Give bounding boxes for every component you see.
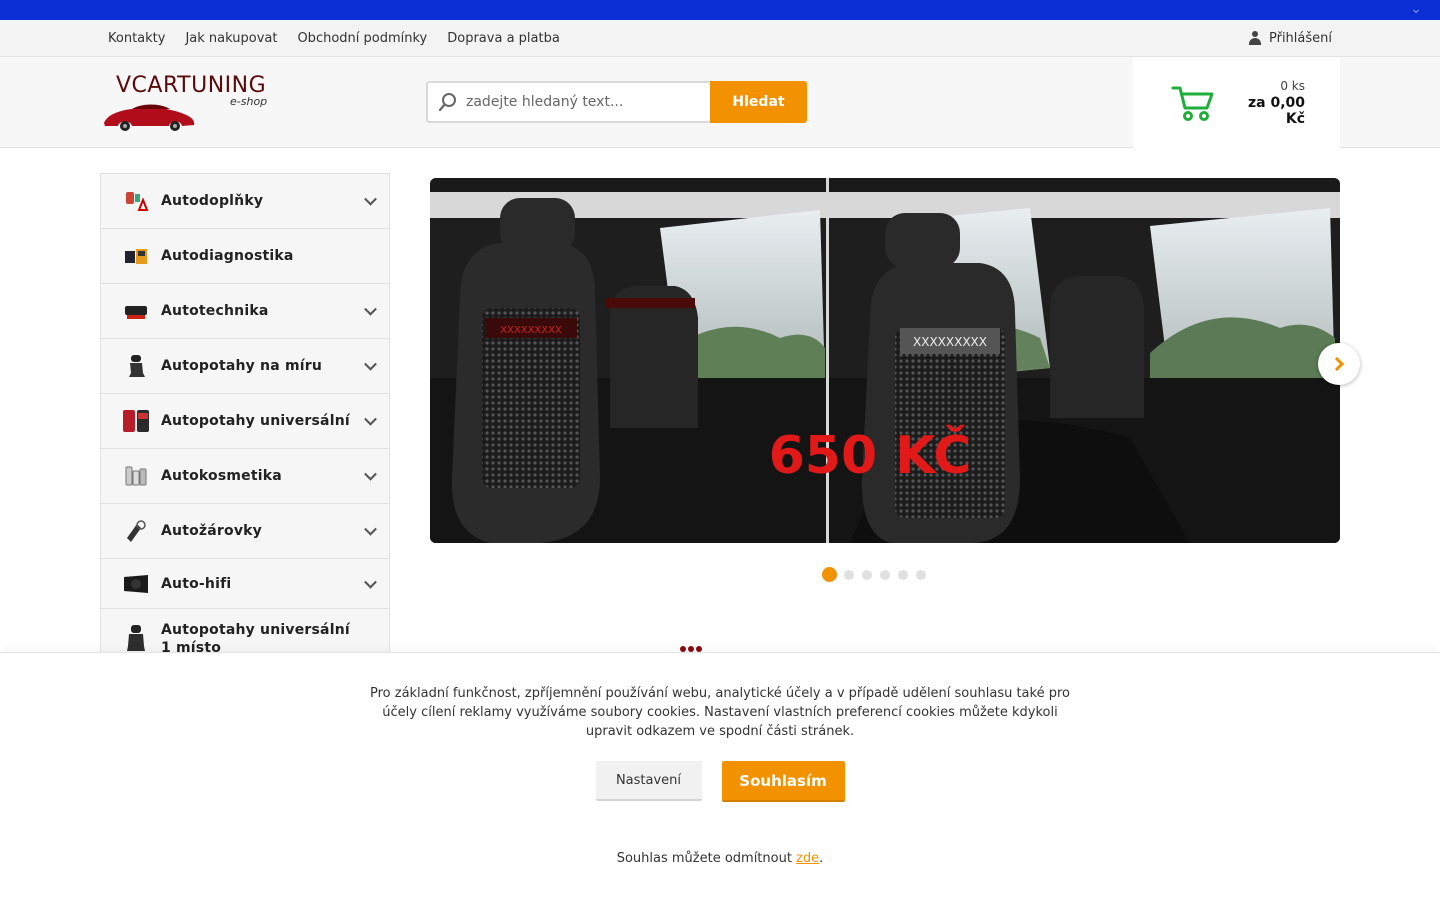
cart-total: za 0,00 Kč [1247, 94, 1305, 127]
chevron-down-icon[interactable] [364, 467, 377, 481]
shopping-cart-icon [1171, 86, 1214, 121]
chevron-down-icon[interactable] [364, 575, 377, 589]
sidebar-item-autopotahy-universalni-1-misto[interactable]: Autopotahy universální 1 místo [101, 609, 389, 653]
sidebar-item-autopotahy-na-miru[interactable]: Autopotahy na míru [101, 339, 389, 394]
sidebar-item-label: Autokosmetika [161, 468, 282, 484]
slider-dot-5[interactable] [898, 569, 908, 580]
cart-summary: 0 ks za 0,00 Kč [1225, 79, 1305, 127]
utility-nav: Kontakty Jak nakupovat Obchodní podmínky… [0, 20, 1440, 57]
sidebar-item-label: Autotechnika [161, 303, 269, 319]
cookie-decline-link[interactable]: zde [796, 851, 819, 866]
sidebar-item-label: Auto-hifi [161, 575, 232, 592]
top-color-strip: ⌄ [0, 0, 1440, 20]
chevron-down-icon[interactable] [364, 522, 377, 536]
cart-widget[interactable]: 0 ks za 0,00 Kč [1133, 57, 1340, 148]
user-icon [1248, 31, 1261, 45]
slider-dot-3[interactable] [862, 569, 872, 580]
slider-next-button[interactable] [1318, 343, 1360, 385]
seat-pattern-right: XXXXXXXXX [913, 335, 987, 349]
logo-tagline: e-shop [230, 95, 268, 108]
utility-links: Kontakty Jak nakupovat Obchodní podmínky… [108, 31, 560, 46]
chevron-down-icon[interactable]: ⌄ [1410, 2, 1422, 16]
car-silhouette-icon [104, 104, 195, 131]
search-icon [438, 93, 456, 112]
sidebar-item-autozarovky[interactable]: Autožárovky [101, 504, 389, 559]
decline-suffix: . [819, 851, 824, 866]
nav-link-terms[interactable]: Obchodní podmínky [297, 31, 427, 46]
chevron-down-icon[interactable] [364, 192, 377, 206]
cookie-buttons: Nastavení Souhlasím [0, 761, 1440, 802]
cookie-decline-text: Souhlas můžete odmítnout zde. [0, 851, 1440, 866]
nav-link-shipping-payment[interactable]: Doprava a platba [447, 31, 560, 46]
sidebar-item-label: Autožárovky [161, 523, 262, 539]
slider-pagination [822, 567, 926, 582]
login-label: Přihlášení [1268, 30, 1332, 46]
cart-quantity: 0 ks [1280, 78, 1305, 93]
login-link[interactable]: Přihlášení [1248, 30, 1332, 46]
sidebar-item-label: Autopotahy universální [161, 413, 350, 429]
sidebar-item-autotechnika[interactable]: Autotechnika [101, 284, 389, 339]
category-sidebar: Autodoplňky Autodiagnostika Autotechnika… [100, 173, 390, 653]
car-bulb-icon [121, 516, 151, 546]
accessories-icon [121, 186, 151, 216]
search-form: Hledat [426, 81, 807, 123]
diagnostics-icon [121, 241, 151, 271]
chevron-down-icon[interactable] [364, 412, 377, 426]
cookie-agree-button[interactable]: Souhlasím [721, 761, 845, 802]
sidebar-item-autokosmetika[interactable]: Autokosmetika [101, 449, 389, 504]
chevron-down-icon[interactable] [364, 357, 377, 371]
search-button[interactable]: Hledat [710, 81, 807, 123]
cookie-consent-bar: Pro základní funkčnost, zpříjemnění použ… [0, 652, 1440, 900]
slider-dot-2[interactable] [844, 569, 854, 580]
sidebar-item-label: Autopotahy na míru [161, 358, 323, 374]
slider-price-label: 650 KČ [769, 424, 972, 486]
universal-seat-cover-icon [121, 406, 151, 436]
decline-prefix: Souhlas můžete odmítnout [616, 851, 797, 866]
slider-dot-4[interactable] [880, 569, 890, 580]
single-seat-cover-icon [121, 623, 151, 652]
seat-cover-banner: XXXXXXXXX XXXXXXXXX 650 KČ [430, 178, 1340, 543]
nav-link-how-to-buy[interactable]: Jak nakupovat [185, 31, 277, 46]
search-field-wrapper [426, 81, 710, 123]
sidebar-item-label: Autodiagnostika [161, 248, 294, 264]
sidebar-item-autodoplnky[interactable]: Autodoplňky [101, 174, 389, 229]
car-tech-icon [121, 296, 151, 326]
sidebar-item-label: Autodoplňky [161, 193, 264, 209]
cookie-message: Pro základní funkčnost, zpříjemnění použ… [369, 686, 1070, 739]
site-logo[interactable]: VCARTUNING e-shop [102, 73, 282, 133]
sidebar-item-label: Autopotahy universální 1 místo [161, 622, 350, 653]
subwoofer-icon [121, 569, 151, 599]
header: VCARTUNING e-shop Hledat 0 ks za 0,00 Kč [0, 57, 1440, 148]
slider-dot-1[interactable] [822, 567, 837, 582]
hero-slider[interactable]: XXXXXXXXX XXXXXXXXX 650 KČ [430, 178, 1340, 543]
search-input[interactable] [466, 94, 696, 110]
slider-dot-6[interactable] [916, 569, 926, 580]
sidebar-item-auto-hifi[interactable]: Auto-hifi [101, 559, 389, 609]
chevron-right-icon [1329, 356, 1345, 372]
chevron-down-icon[interactable] [364, 302, 377, 316]
car-cosmetics-icon [121, 461, 151, 491]
seat-pattern-left: XXXXXXXXX [500, 325, 562, 336]
sidebar-item-autodiagnostika[interactable]: Autodiagnostika [101, 229, 389, 284]
cookie-settings-button[interactable]: Nastavení [595, 761, 702, 801]
seat-cover-icon [121, 351, 151, 381]
sidebar-item-autopotahy-universalni[interactable]: Autopotahy universální [101, 394, 389, 449]
nav-link-contacts[interactable]: Kontakty [108, 31, 165, 46]
